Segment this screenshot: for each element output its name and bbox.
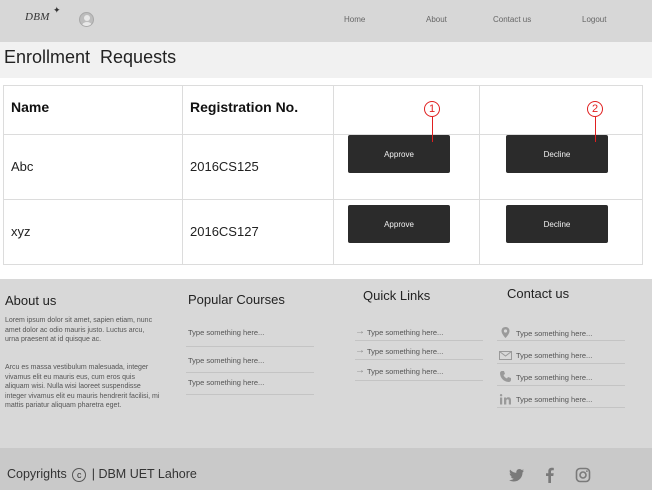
mail-icon	[499, 351, 512, 360]
approve-button[interactable]: Approve	[348, 135, 450, 173]
logo-star-icon: ✦	[53, 5, 61, 15]
contact-item: Type something here...	[516, 329, 593, 338]
phone-icon	[500, 371, 511, 382]
quick-link[interactable]: Type something here...	[367, 367, 443, 376]
row-divider	[4, 199, 642, 200]
footer-about-title: About us	[5, 293, 57, 308]
arrow-right-icon: →	[355, 365, 365, 376]
row2-name: xyz	[11, 224, 31, 239]
divider	[186, 346, 314, 347]
approve-button[interactable]: Approve	[348, 205, 450, 243]
contact-item: Type something here...	[516, 351, 593, 360]
row2-registration: 2016CS127	[190, 224, 259, 239]
footer-about-text: Arcu es massa vestibulum malesuada, inte…	[5, 364, 160, 409]
row1-name: Abc	[11, 159, 34, 174]
column-divider	[182, 86, 183, 264]
divider	[186, 372, 314, 373]
divider	[497, 385, 625, 386]
copyright-text: Copyrights c | DBM UET Lahore	[7, 467, 197, 482]
decline-button[interactable]: Decline	[506, 135, 608, 173]
location-icon	[501, 327, 510, 338]
course-link[interactable]: Type something here...	[188, 378, 264, 387]
annotation-marker-1: 1	[424, 101, 440, 117]
footer-courses-title: Popular Courses	[188, 292, 285, 307]
divider	[186, 394, 314, 395]
nav-home[interactable]: Home	[344, 15, 365, 24]
column-divider	[479, 86, 480, 264]
contact-item: Type something here...	[516, 373, 593, 382]
nav-contact[interactable]: Contact us	[493, 15, 531, 24]
logo[interactable]: DBM	[25, 11, 50, 23]
nav-logout[interactable]: Logout	[582, 15, 606, 24]
annotation-marker-2: 2	[587, 101, 603, 117]
page-title: Enrollment Requests	[4, 47, 177, 67]
divider	[497, 407, 625, 408]
divider	[497, 340, 625, 341]
twitter-icon[interactable]	[509, 467, 525, 483]
course-link[interactable]: Type something here...	[188, 356, 264, 365]
decline-button[interactable]: Decline	[506, 205, 608, 243]
divider	[497, 363, 625, 364]
requests-table: Name Registration No. Abc 2016CS125 Appr…	[3, 85, 643, 265]
copyright-symbol-icon: c	[72, 467, 87, 482]
column-divider	[333, 86, 334, 264]
quick-link[interactable]: Type something here...	[367, 347, 443, 356]
footer-about-text: Lorem ipsum dolor sit amet, sapien etiam…	[5, 317, 153, 343]
top-navbar	[0, 0, 652, 42]
course-link[interactable]: Type something here...	[188, 328, 264, 337]
footer-quicklinks-title: Quick Links	[363, 288, 431, 303]
contact-item: Type something here...	[516, 395, 593, 404]
arrow-right-icon: →	[355, 326, 365, 337]
annotation-leader-line	[432, 117, 433, 142]
quick-link[interactable]: Type something here...	[367, 328, 443, 337]
copyright-suffix: | DBM UET Lahore	[91, 467, 197, 481]
user-avatar-icon[interactable]	[79, 12, 94, 27]
facebook-icon[interactable]	[542, 467, 558, 483]
divider	[355, 380, 483, 381]
header-registration: Registration No.	[190, 99, 299, 115]
divider	[355, 359, 483, 360]
nav-about[interactable]: About	[426, 15, 447, 24]
instagram-icon[interactable]	[575, 467, 591, 483]
arrow-right-icon: →	[355, 345, 365, 356]
annotation-leader-line	[595, 117, 596, 142]
copyright-prefix: Copyrights	[7, 467, 67, 481]
footer-contact-title: Contact us	[507, 286, 570, 301]
divider	[355, 340, 483, 341]
header-name: Name	[11, 99, 50, 115]
linkedin-icon	[499, 394, 511, 405]
row1-registration: 2016CS125	[190, 159, 259, 174]
